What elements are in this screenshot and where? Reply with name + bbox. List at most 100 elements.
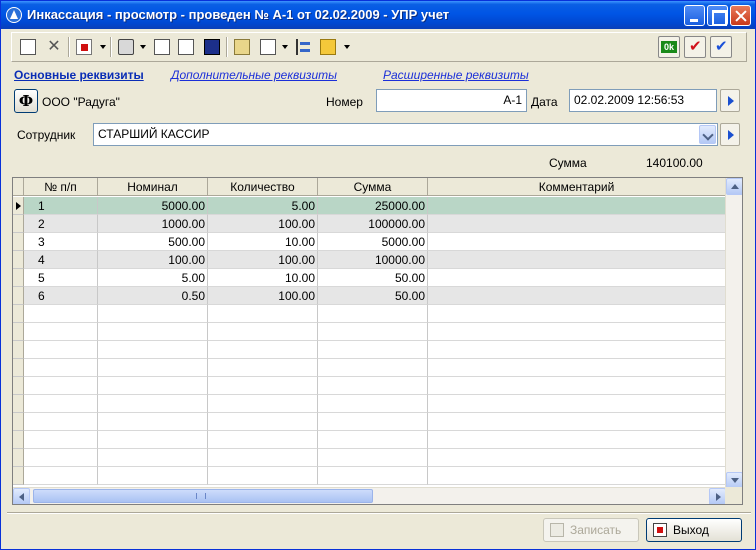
cell-quantity[interactable] <box>208 323 318 341</box>
cell-quantity[interactable] <box>208 395 318 413</box>
title-bar[interactable]: Инкассация - просмотр - проведен № А-1 о… <box>1 1 755 29</box>
cell-sum[interactable] <box>318 467 428 485</box>
cell-nominal[interactable] <box>98 305 208 323</box>
cell-number[interactable] <box>24 431 98 449</box>
row-indicator[interactable] <box>13 395 24 413</box>
cell-nominal[interactable] <box>98 467 208 485</box>
import-dropdown-caret-icon[interactable] <box>100 45 106 49</box>
folder-button[interactable] <box>232 37 252 57</box>
cell-nominal[interactable]: 500.00 <box>98 233 208 251</box>
cell-number[interactable] <box>24 377 98 395</box>
cell-quantity[interactable] <box>208 467 318 485</box>
cell-sum[interactable]: 5000.00 <box>318 233 428 251</box>
cell-nominal[interactable] <box>98 431 208 449</box>
cell-comment[interactable] <box>428 305 726 323</box>
vertical-scrollbar[interactable] <box>725 178 742 489</box>
cell-number[interactable]: 4 <box>24 251 98 269</box>
cell-number[interactable] <box>24 395 98 413</box>
horizontal-scroll-thumb[interactable] <box>33 489 373 503</box>
mail-dropdown-caret-icon[interactable] <box>282 45 288 49</box>
table-row[interactable] <box>13 395 726 413</box>
ok-button[interactable]: 0k <box>658 36 680 58</box>
cell-sum[interactable] <box>318 341 428 359</box>
cell-sum[interactable] <box>318 431 428 449</box>
organization-select-button[interactable]: Ф <box>14 89 38 113</box>
date-open-button[interactable] <box>720 89 740 112</box>
employee-open-button[interactable] <box>720 123 740 146</box>
envelope-button[interactable] <box>318 37 338 57</box>
print-button[interactable] <box>116 37 136 57</box>
row-indicator[interactable] <box>13 233 24 251</box>
cell-number[interactable]: 6 <box>24 287 98 305</box>
cell-comment[interactable] <box>428 377 726 395</box>
table-row[interactable] <box>13 449 726 467</box>
cell-nominal[interactable] <box>98 395 208 413</box>
scroll-up-button[interactable] <box>726 178 742 195</box>
table-row[interactable] <box>13 377 726 395</box>
table-row[interactable]: 3 500.00 10.00 5000.00 <box>13 233 726 251</box>
table-row[interactable]: 6 0.50 100.00 50.00 <box>13 287 726 305</box>
cell-number[interactable]: 3 <box>24 233 98 251</box>
row-indicator[interactable] <box>13 215 24 233</box>
cell-comment[interactable] <box>428 449 726 467</box>
tab-main-details[interactable]: Основные реквизиты <box>14 68 144 82</box>
cell-quantity[interactable]: 10.00 <box>208 269 318 287</box>
scroll-left-button[interactable] <box>13 488 30 504</box>
column-header-sum[interactable]: Сумма <box>318 178 428 196</box>
table-row[interactable]: 4 100.00 100.00 10000.00 <box>13 251 726 269</box>
current-row-indicator-icon[interactable] <box>13 197 24 215</box>
cell-quantity[interactable] <box>208 377 318 395</box>
row-indicator[interactable] <box>13 341 24 359</box>
cell-sum[interactable] <box>318 377 428 395</box>
exit-button[interactable]: Выход <box>646 518 742 542</box>
cell-number[interactable] <box>24 467 98 485</box>
scroll-right-button[interactable] <box>709 488 726 504</box>
cell-number[interactable]: 2 <box>24 215 98 233</box>
cell-sum[interactable] <box>318 413 428 431</box>
number-field[interactable]: А-1 <box>376 89 527 112</box>
properties-button[interactable] <box>176 37 196 57</box>
envelope-dropdown-caret-icon[interactable] <box>344 45 350 49</box>
cell-sum[interactable]: 50.00 <box>318 287 428 305</box>
cell-comment[interactable] <box>428 197 726 215</box>
table-row[interactable] <box>13 341 726 359</box>
cell-nominal[interactable] <box>98 359 208 377</box>
cell-comment[interactable] <box>428 233 726 251</box>
close-button[interactable] <box>730 5 751 26</box>
cell-quantity[interactable] <box>208 449 318 467</box>
table-row[interactable]: 2 1000.00 100.00 100000.00 <box>13 215 726 233</box>
import-button[interactable] <box>74 37 94 57</box>
cell-sum[interactable] <box>318 395 428 413</box>
cell-comment[interactable] <box>428 395 726 413</box>
cell-quantity[interactable]: 100.00 <box>208 251 318 269</box>
table-row[interactable] <box>13 467 726 485</box>
cell-quantity[interactable] <box>208 359 318 377</box>
app-icon[interactable] <box>6 7 22 23</box>
confirm-red-button[interactable]: ✔ <box>684 36 706 58</box>
cell-comment[interactable] <box>428 359 726 377</box>
cell-nominal[interactable]: 100.00 <box>98 251 208 269</box>
row-indicator[interactable] <box>13 251 24 269</box>
column-header-number[interactable]: № п/п <box>24 178 98 196</box>
cell-comment[interactable] <box>428 251 726 269</box>
date-field[interactable]: 02.02.2009 12:56:53 <box>569 89 717 112</box>
table-row[interactable] <box>13 431 726 449</box>
maximize-button[interactable] <box>707 5 728 26</box>
cell-nominal[interactable] <box>98 323 208 341</box>
column-header-nominal[interactable]: Номинал <box>98 178 208 196</box>
row-indicator[interactable] <box>13 467 24 485</box>
cell-sum[interactable]: 100000.00 <box>318 215 428 233</box>
horizontal-scrollbar[interactable] <box>13 487 726 504</box>
table-row[interactable] <box>13 413 726 431</box>
tab-additional-details[interactable]: Дополнительные реквизиты <box>171 68 337 82</box>
row-indicator[interactable] <box>13 431 24 449</box>
cell-comment[interactable] <box>428 323 726 341</box>
cell-sum[interactable] <box>318 449 428 467</box>
row-indicator[interactable] <box>13 305 24 323</box>
cell-quantity[interactable] <box>208 413 318 431</box>
cell-sum[interactable]: 25000.00 <box>318 197 428 215</box>
row-indicator[interactable] <box>13 269 24 287</box>
cell-nominal[interactable]: 5.00 <box>98 269 208 287</box>
print-dropdown-caret-icon[interactable] <box>140 45 146 49</box>
cell-comment[interactable] <box>428 413 726 431</box>
